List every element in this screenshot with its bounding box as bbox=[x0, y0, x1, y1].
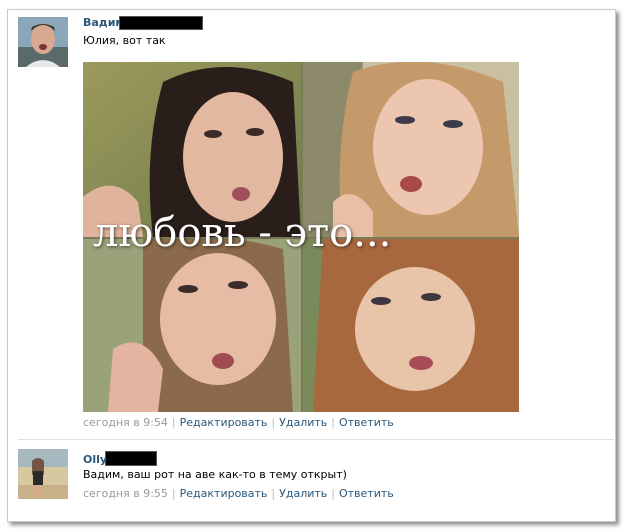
reply-link[interactable]: Ответить bbox=[339, 416, 394, 429]
reply-author-name[interactable]: Olly bbox=[83, 453, 107, 466]
post-image[interactable]: любовь - это... bbox=[83, 62, 519, 412]
post-text: Юлия, вот так bbox=[83, 34, 166, 47]
reply-meta: сегодня в 9:55 | Редактировать | Удалить | Отв… bbox=[83, 487, 394, 500]
comment-divider bbox=[18, 439, 614, 440]
collage-photo-bottom-right bbox=[303, 239, 519, 412]
redacted-surname bbox=[105, 451, 157, 466]
reply-timestamp[interactable]: сегодня в 9:55 bbox=[83, 487, 168, 500]
reply-text: Вадим, ваш рот на аве как-то в тему откр… bbox=[83, 468, 347, 481]
separator: | bbox=[271, 487, 276, 500]
separator: | bbox=[171, 487, 176, 500]
delete-link[interactable]: Удалить bbox=[279, 416, 327, 429]
separator: | bbox=[271, 416, 276, 429]
separator: | bbox=[331, 487, 335, 500]
wall-comments-panel: Вадим Юлия, вот так любовь - это... сего… bbox=[7, 9, 616, 522]
redacted-surname bbox=[119, 16, 203, 30]
edit-link[interactable]: Редактировать bbox=[180, 487, 268, 500]
post-timestamp[interactable]: сегодня в 9:54 bbox=[83, 416, 168, 429]
edit-link[interactable]: Редактировать bbox=[180, 416, 268, 429]
post-meta: сегодня в 9:54 | Редактировать | Удалить | Отв… bbox=[83, 416, 394, 429]
separator: | bbox=[171, 416, 176, 429]
delete-link[interactable]: Удалить bbox=[279, 487, 327, 500]
separator: | bbox=[331, 416, 335, 429]
reply-link[interactable]: Ответить bbox=[339, 487, 394, 500]
avatar-olly[interactable] bbox=[18, 449, 68, 499]
image-overlay-caption: любовь - это... bbox=[93, 210, 392, 256]
collage-photo-bottom-left bbox=[83, 239, 301, 412]
avatar-vadim[interactable] bbox=[18, 17, 68, 67]
